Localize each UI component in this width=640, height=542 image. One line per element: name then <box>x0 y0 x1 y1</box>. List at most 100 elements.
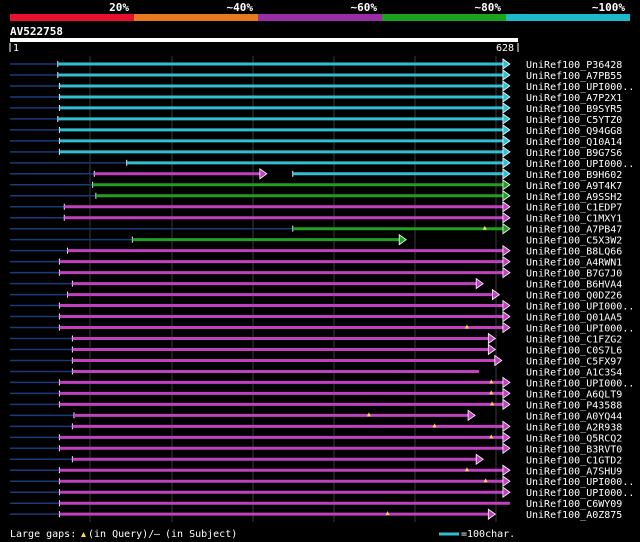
hit-name[interactable]: UniRef100_C5FX97 <box>526 356 622 367</box>
hit-arrow <box>502 475 511 488</box>
hit-name[interactable]: UniRef100_UPI000.. <box>526 477 634 488</box>
hit-row: UniRef100_Q94GG8 <box>10 124 622 137</box>
identity-scale-bar <box>10 14 630 21</box>
hit-name[interactable]: UniRef100_A0YQ44 <box>526 411 622 422</box>
hit-arrow <box>502 420 511 433</box>
grid-lines <box>89 56 497 522</box>
hit-row: UniRef100_P43588 <box>10 398 622 411</box>
hit-name[interactable]: UniRef100_Q94GG8 <box>526 126 622 137</box>
hit-row: UniRef100_UPI000.. <box>10 486 634 499</box>
hit-arrow <box>487 508 497 520</box>
hit-row: UniRef100_C1FZG2 <box>10 332 622 346</box>
query-end-label: 628 <box>496 43 514 54</box>
hit-name[interactable]: UniRef100_A7SHU9 <box>526 466 622 477</box>
hit-row: UniRef100_P36428 <box>10 58 622 71</box>
hit-row: UniRef100_B9G7S6 <box>10 146 622 159</box>
hit-arrow <box>502 102 511 114</box>
hit-name[interactable]: UniRef100_A7P2X1 <box>526 93 622 104</box>
hit-arrow <box>502 222 511 235</box>
query-start-label: 1 <box>13 43 19 54</box>
hit-arrow <box>487 332 497 345</box>
hit-name[interactable]: UniRef100_B9SYR5 <box>526 104 622 115</box>
hit-row: UniRef100_B9SYR5 <box>10 102 622 115</box>
scale-label: ~80% <box>475 1 502 14</box>
hit-arrow <box>502 464 511 477</box>
hit-name[interactable]: UniRef100_C1GTD2 <box>526 455 622 466</box>
hit-name[interactable]: UniRef100_C0S7L6 <box>526 345 622 356</box>
hit-row: UniRef100_B9H602 <box>10 168 622 181</box>
hit-name[interactable]: UniRef100_B9H602 <box>526 170 622 181</box>
hit-name[interactable]: UniRef100_UPI000.. <box>526 302 634 313</box>
hit-arrow <box>502 376 511 389</box>
hit-name[interactable]: UniRef100_A2R938 <box>526 422 622 433</box>
hit-arrow <box>502 398 511 411</box>
hit-arrow <box>502 69 511 81</box>
hit-arrow <box>502 255 511 268</box>
hit-row: UniRef100_A4RWN1 <box>10 255 622 269</box>
hit-row: UniRef100_C5X3W2 <box>10 233 622 247</box>
scale-label: ~60% <box>351 1 378 14</box>
hit-name[interactable]: UniRef100_A7PB47 <box>526 225 622 236</box>
hit-name[interactable]: UniRef100_A9T4K7 <box>526 181 622 192</box>
hit-row: UniRef100_C1MXY1 <box>10 211 622 225</box>
legend-dash: – <box>154 529 161 540</box>
hit-name[interactable]: UniRef100_B9G7S6 <box>526 148 622 159</box>
scale-segment <box>258 14 382 21</box>
hit-name[interactable]: UniRef100_P43588 <box>526 400 622 411</box>
hit-arrow <box>467 409 476 422</box>
hit-row: UniRef100_UPI000.. <box>10 80 634 93</box>
hit-row: UniRef100_C1GTD2 <box>10 453 622 466</box>
hit-arrow <box>502 266 511 279</box>
hit-name[interactable]: UniRef100_B6HVA4 <box>526 280 622 291</box>
hit-name[interactable]: UniRef100_A4RWN1 <box>526 258 622 269</box>
hit-row: UniRef100_C0S7L6 <box>10 343 622 356</box>
hit-row: UniRef100_B7G7J0 <box>10 266 622 280</box>
hit-name[interactable]: UniRef100_C5X3W2 <box>526 236 622 247</box>
hit-row: UniRef100_Q0DZ26 <box>10 288 622 302</box>
scale-segment <box>134 14 258 21</box>
hit-name[interactable]: UniRef100_C5YTZ0 <box>526 115 622 126</box>
hit-row: UniRef100_A6QLT9 <box>10 387 622 400</box>
hit-arrow <box>502 179 511 191</box>
hit-name[interactable]: UniRef100_UPI000.. <box>526 324 634 335</box>
hit-name[interactable]: UniRef100_B7G7J0 <box>526 269 622 280</box>
hit-name[interactable]: UniRef100_A6QLT9 <box>526 389 622 400</box>
hit-arrow <box>502 168 511 180</box>
hit-row: UniRef100_C1EDP7 <box>10 200 622 214</box>
hit-name[interactable]: UniRef100_Q0DZ26 <box>526 291 622 302</box>
scale-label: 20% <box>109 1 129 14</box>
hit-name[interactable]: UniRef100_C1EDP7 <box>526 203 622 214</box>
hit-name[interactable]: UniRef100_A9SSH2 <box>526 192 622 203</box>
hit-arrow <box>494 354 503 367</box>
hit-name[interactable]: UniRef100_Q10A14 <box>526 137 622 148</box>
hit-name[interactable]: UniRef100_B3RVT0 <box>526 444 622 455</box>
hit-row: UniRef100_A7P2X1 <box>10 91 622 104</box>
hit-name[interactable]: UniRef100_A1C3S4 <box>526 367 622 378</box>
hit-row: UniRef100_A7PB55 <box>10 69 622 82</box>
hit-name[interactable]: UniRef100_A7PB55 <box>526 71 622 82</box>
hit-arrow <box>502 113 511 125</box>
hit-row: UniRef100_A2R938 <box>10 420 622 433</box>
hit-name[interactable]: UniRef100_A0Z875 <box>526 510 622 521</box>
hit-name[interactable]: UniRef100_P36428 <box>526 60 622 71</box>
hit-name[interactable]: UniRef100_UPI000.. <box>526 82 634 93</box>
hit-arrow <box>502 124 511 136</box>
hit-name[interactable]: UniRef100_Q5RCQ2 <box>526 433 622 444</box>
hit-name[interactable]: UniRef100_UPI000.. <box>526 488 634 499</box>
hit-name[interactable]: UniRef100_C6WY09 <box>526 499 622 510</box>
hit-name[interactable]: UniRef100_UPI000.. <box>526 378 634 389</box>
hit-name[interactable]: UniRef100_Q01AA5 <box>526 313 622 324</box>
hit-name[interactable]: UniRef100_UPI000.. <box>526 159 634 170</box>
hit-name[interactable]: UniRef100_C1MXY1 <box>526 214 622 225</box>
hit-arrow <box>475 277 484 290</box>
hit-arrow <box>502 58 511 70</box>
hit-arrow <box>502 91 511 103</box>
hit-row: UniRef100_B8LQ66 <box>10 244 622 258</box>
hit-name[interactable]: UniRef100_C1FZG2 <box>526 335 622 346</box>
hit-arrow <box>502 146 511 158</box>
hit-row: UniRef100_UPI000.. <box>10 321 634 335</box>
hit-name[interactable]: UniRef100_B8LQ66 <box>526 247 622 258</box>
hit-arrow <box>487 343 497 356</box>
hit-arrow <box>502 157 511 169</box>
hit-arrow <box>502 321 511 334</box>
